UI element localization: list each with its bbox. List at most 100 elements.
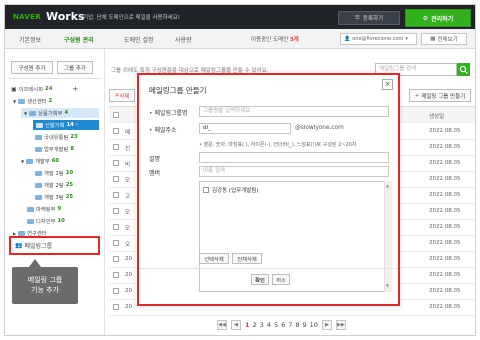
date-header: 생성일 (429, 114, 445, 120)
tree-item-shoe-planning[interactable]: 신발기획 14 › (33, 120, 99, 130)
row-checkbox[interactable] (113, 128, 119, 134)
row-date: 2022.08.05 (429, 144, 461, 150)
row-date: 2022.08.05 (429, 128, 461, 134)
admin-label: 관리하기 (431, 15, 454, 23)
confirm-button[interactable]: 확인 (251, 274, 269, 285)
create-mailing-group-dialog: 메일링그룹 만들기 × • 메일링그룹명 그룹명을 입력하세요. • 메일주소 … (137, 73, 400, 306)
callout-line-2: 기능 추가 (31, 286, 59, 294)
tree-item-dev2[interactable]: 개발 2팀 25 (35, 180, 73, 190)
prev-page-button[interactable]: ◀ (231, 320, 241, 330)
row-checkbox[interactable] (113, 256, 119, 262)
page-number[interactable]: 6 (281, 321, 285, 329)
row-checkbox[interactable] (113, 240, 119, 246)
expand-icon[interactable]: ▶ (13, 231, 16, 236)
member-search-input[interactable]: 이름 검색 (199, 166, 389, 177)
description-label: 설명 (149, 156, 161, 163)
folder-icon (27, 206, 34, 212)
callout-arrow (29, 259, 41, 267)
folder-icon (35, 182, 42, 188)
page-number[interactable]: 1 (245, 321, 250, 329)
naver-logo[interactable]: NAVER (13, 13, 41, 21)
tree-item-product-planning[interactable]: ▼ 상품기획부 4 (21, 108, 99, 118)
member-checkbox[interactable] (203, 187, 209, 193)
row-name: 모 (125, 178, 131, 184)
domain-select[interactable]: 👤 one@fivrecione.com ▾ (340, 33, 417, 45)
tree-item-domestic[interactable]: 국내유통팀 23 (35, 132, 78, 142)
mailing-group-item[interactable]: 👥 메일링그룹 (15, 240, 52, 250)
tree-item-root[interactable]: ▣ 이즈테시피 24 + (11, 84, 78, 94)
email-domain-suffix: @slowlyone.com (295, 125, 344, 131)
fullview-button[interactable]: ▦ 전체보기 (421, 33, 467, 45)
add-member-button[interactable]: 구성원 추가 (11, 61, 53, 74)
folder-icon (35, 146, 42, 152)
page-number[interactable]: 2 (253, 321, 257, 329)
tab-basic-info[interactable]: 기본정보 (19, 35, 41, 44)
tab-domain-settings[interactable]: 도메인 설정 (124, 35, 154, 44)
dialog-title: 메일링그룹 만들기 (149, 86, 207, 95)
row-date: 2022.08.05 (429, 240, 461, 246)
select-all-checkbox[interactable] (113, 112, 119, 118)
grid-icon: ▦ (430, 36, 436, 42)
row-checkbox[interactable] (113, 160, 119, 166)
page-number[interactable]: 5 (274, 321, 278, 329)
tree-item-production[interactable]: ▼ 생산센터 2 (13, 96, 52, 106)
next-page-button[interactable]: ▶ (321, 320, 332, 330)
collapse-icon[interactable]: ▼ (21, 159, 24, 164)
row-date: 2022.08.05 (429, 176, 461, 182)
admin-button[interactable]: ⚙ 관리하기 (405, 9, 471, 27)
add-group-button[interactable]: 그룹 추가 (57, 61, 93, 74)
group-name-label: • 메일링그룹명 (149, 110, 188, 117)
tree-item-dev3[interactable]: 개발 3팀 25 (35, 192, 73, 202)
member-list-scrollbar[interactable]: ▲ ▼ (384, 181, 392, 292)
last-page-button[interactable]: ▶▶ (335, 320, 346, 330)
row-checkbox[interactable] (113, 304, 119, 310)
delete-button[interactable]: ✕ 삭제 (109, 89, 135, 102)
tab-member-management[interactable]: 구성원 관리 (64, 35, 94, 44)
tree-item-dev1[interactable]: 개발 1팀 10 (35, 168, 73, 178)
tab-usage[interactable]: 사용량 (175, 35, 192, 44)
page-number[interactable]: 9 (303, 321, 307, 329)
tree-item-marketing[interactable]: 마케팅부 9 (27, 204, 61, 214)
row-checkbox[interactable] (113, 208, 119, 214)
tree-item-design[interactable]: 디자인부 10 (27, 216, 65, 226)
row-checkbox[interactable] (113, 224, 119, 230)
member-list-item[interactable]: 김강동 (업무개발팀) (203, 186, 259, 194)
page-number[interactable]: 7 (288, 321, 292, 329)
tagline: 기업, 단체 도메인으로 메일을 사용하세요! (83, 15, 180, 21)
register-button[interactable]: ☰ 등록하기 (338, 11, 400, 25)
scroll-up-icon[interactable]: ▲ (386, 183, 389, 188)
create-mailing-group-button[interactable]: + 메일링 그룹 만들기 (409, 89, 471, 102)
cancel-button[interactable]: 취소 (272, 274, 290, 285)
page-number[interactable]: 3 (260, 321, 264, 329)
close-button[interactable]: × (382, 79, 393, 90)
remove-selected-button[interactable]: 선택삭제 (199, 253, 229, 264)
search-button[interactable] (457, 63, 470, 76)
member-list (199, 181, 392, 292)
row-name: 20 (125, 272, 132, 278)
scroll-down-icon[interactable]: ▼ (386, 283, 389, 288)
page-number[interactable]: 4 (267, 321, 271, 329)
row-date: 2022.08.05 (429, 160, 461, 166)
pagination: ◀◀ ◀ 1 2 3 4 5 6 7 8 9 10 ▶ ▶▶ (217, 319, 346, 331)
page-number[interactable]: 8 (295, 321, 299, 329)
row-checkbox[interactable] (113, 144, 119, 150)
tree-item-dev[interactable]: ▼ 개발부 60 (21, 156, 59, 166)
row-checkbox[interactable] (113, 272, 119, 278)
row-checkbox[interactable] (113, 176, 119, 182)
plus-icon[interactable]: + (72, 85, 78, 93)
collapse-icon[interactable]: ▼ (13, 99, 16, 104)
collapse-icon[interactable]: ▼ (24, 111, 27, 116)
row-checkbox[interactable] (113, 192, 119, 198)
plus-icon: + (414, 92, 420, 99)
email-input[interactable]: dl_ (199, 123, 291, 134)
page-number[interactable]: 10 (310, 321, 318, 329)
gear-icon: ⚙ (422, 14, 429, 22)
tree-item-business-dev[interactable]: 업무개발팀 8 (35, 144, 74, 154)
remove-all-button[interactable]: 전체삭제 (232, 253, 262, 264)
group-name-input[interactable]: 그룹명을 입력하세요. (199, 106, 389, 117)
first-page-button[interactable]: ◀◀ (217, 320, 227, 330)
row-name: 메 (125, 130, 131, 136)
works-logo[interactable]: Works (46, 10, 85, 23)
description-input[interactable] (199, 152, 389, 163)
row-checkbox[interactable] (113, 288, 119, 294)
